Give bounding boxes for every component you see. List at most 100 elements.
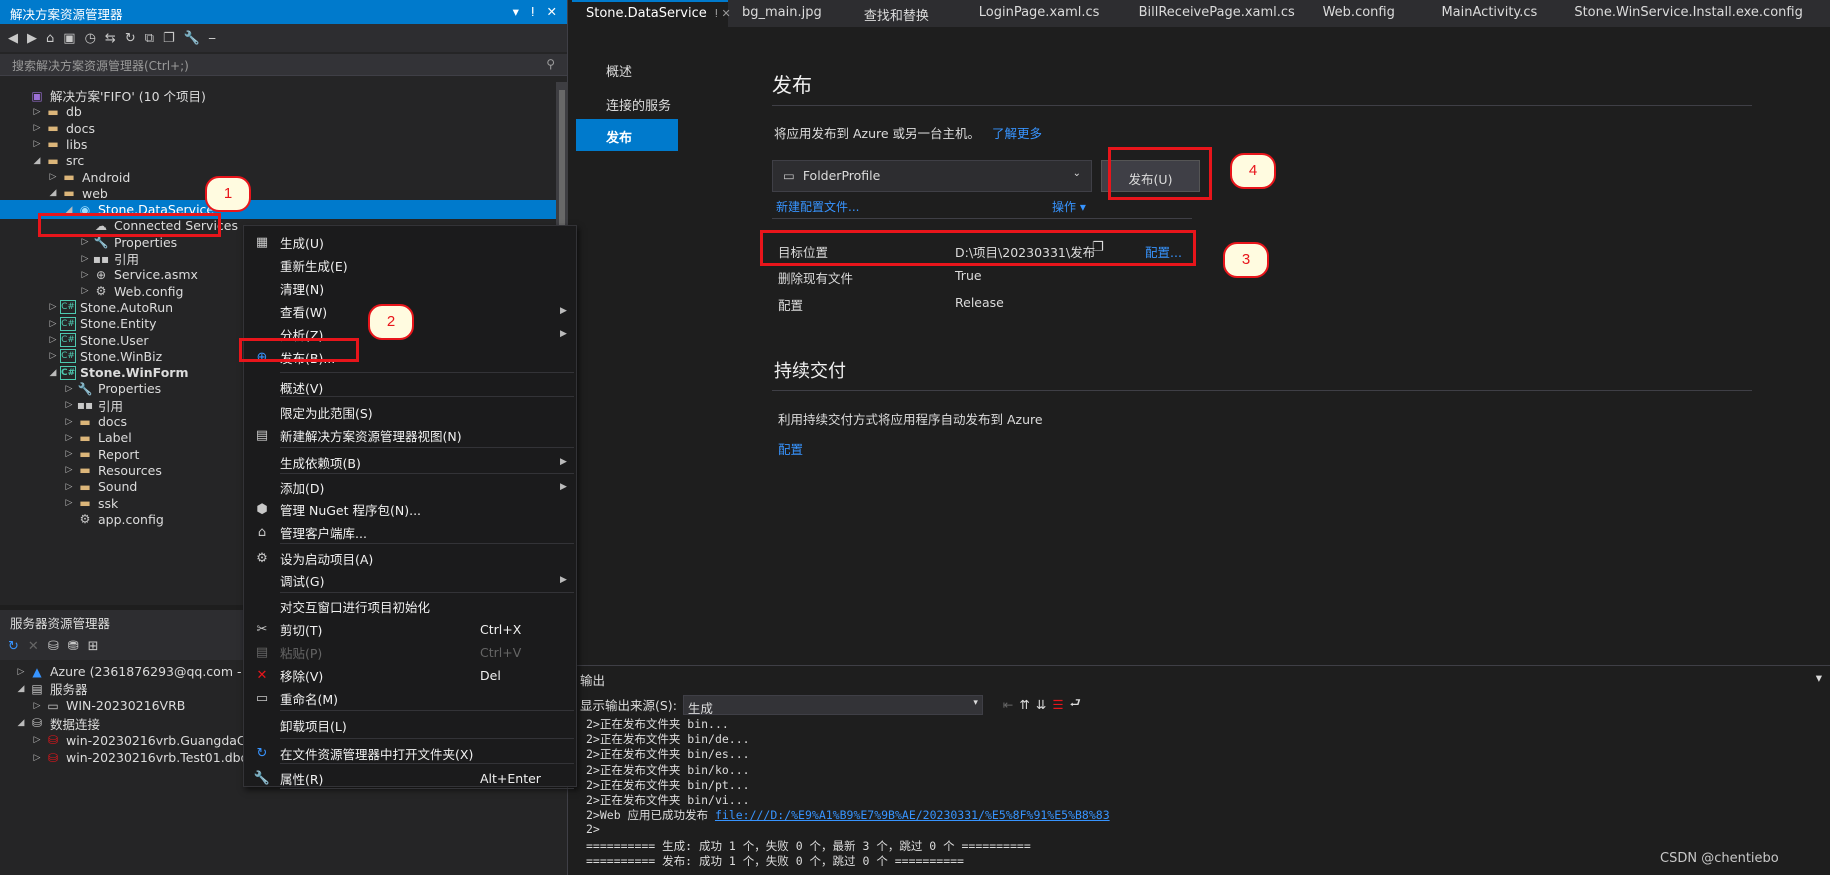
editor-tab[interactable]: 查找和替换 [850, 0, 965, 27]
expand-arrow-icon[interactable]: ▷ [46, 172, 60, 182]
menu-item[interactable]: ✂ 剪切(T) Ctrl+X [244, 618, 576, 640]
editor-tab[interactable]: LoginPage.xaml.cs [965, 0, 1125, 27]
server-icon: ▤ [31, 681, 43, 696]
find-message-icon[interactable]: ⇤ [1003, 697, 1013, 712]
menu-item[interactable]: ⌂ 管理客户端库... [244, 521, 576, 543]
editor-tab[interactable]: Stone.WinService.Install.exe.config [1560, 0, 1830, 27]
menu-item[interactable]: 清理(N) [244, 277, 576, 299]
menu-item[interactable]: ▭ 重命名(M) [244, 687, 576, 709]
refresh-icon[interactable]: ↻ [125, 31, 136, 46]
expand-arrow-icon[interactable]: ▷ [78, 254, 92, 264]
dropdown-icon[interactable]: ▾ [1816, 670, 1822, 686]
home-icon[interactable]: ⌂ [46, 31, 54, 46]
expand-arrow-icon[interactable]: ▷ [46, 319, 60, 329]
menu-item[interactable]: 🔧 属性(R) Alt+Enter [244, 767, 576, 789]
collapse-all-icon[interactable]: ⧉ [145, 31, 154, 46]
menu-item[interactable]: 生成依赖项(B) ▶ [244, 451, 576, 473]
tab-label: BillReceivePage.xaml.cs [1138, 5, 1295, 20]
expand-arrow-icon[interactable]: ▷ [46, 335, 60, 345]
profile-name: FolderProfile [802, 168, 881, 183]
prev-message-icon[interactable]: ⇈ [1019, 697, 1029, 712]
back-icon[interactable]: ◀ [8, 31, 18, 46]
expand-arrow-icon[interactable]: ▷ [78, 237, 92, 247]
history-icon[interactable]: ◷ [85, 31, 96, 46]
expand-arrow-icon[interactable]: ▷ [62, 400, 76, 410]
azure-filter-icon[interactable]: ⊞ [88, 639, 99, 654]
output-source-value: 生成 [687, 700, 713, 716]
word-wrap-icon[interactable]: ⮐ [1070, 694, 1081, 715]
collapse-arrow-icon[interactable]: ◢ [14, 684, 28, 694]
chevron-down-icon: ▾ [973, 697, 978, 708]
collapse-arrow-icon[interactable]: ◢ [14, 718, 28, 728]
expand-arrow-icon[interactable]: ▷ [78, 286, 92, 296]
connect-database-icon[interactable]: ⛁ [48, 639, 59, 654]
expand-arrow-icon[interactable]: ▷ [62, 417, 76, 427]
expand-arrow-icon[interactable]: ▷ [30, 701, 44, 711]
menu-item[interactable]: ⬢ 管理 NuGet 程序包(N)... [244, 498, 576, 520]
expand-arrow-icon[interactable]: ▷ [30, 735, 44, 745]
next-message-icon[interactable]: ⇊ [1036, 697, 1046, 712]
editor-tab[interactable]: bg_main.jpg [728, 0, 850, 27]
solution-explorer-titlebar: 解决方案资源管理器 ▾ ⵑ ✕ [0, 0, 567, 24]
show-all-files-icon[interactable]: ❐ [163, 31, 175, 46]
menu-item[interactable]: ▦ 生成(U) [244, 231, 576, 253]
expand-arrow-icon[interactable]: ▷ [14, 667, 28, 677]
refresh-icon[interactable]: ↻ [8, 639, 19, 654]
editor-tab[interactable]: Web.config [1309, 0, 1428, 27]
collapse-arrow-icon[interactable]: ◢ [30, 156, 44, 166]
search-icon[interactable]: ⚲ [546, 57, 555, 72]
expand-arrow-icon[interactable]: ▷ [46, 351, 60, 361]
expand-arrow-icon[interactable]: ▷ [62, 498, 76, 508]
nav-publish[interactable]: 发布 [576, 119, 678, 151]
expand-arrow-icon[interactable]: ▷ [62, 449, 76, 459]
expand-arrow-icon[interactable]: ▷ [62, 482, 76, 492]
expand-arrow-icon[interactable]: ▷ [46, 302, 60, 312]
expand-arrow-icon[interactable]: ▷ [30, 123, 44, 133]
nav-overview[interactable]: 概述 [576, 53, 678, 85]
menu-item[interactable]: ↻ 在文件资源管理器中打开文件夹(X) [244, 742, 576, 764]
editor-tab[interactable]: MainActivity.cs [1427, 0, 1560, 27]
menu-item[interactable]: 概述(V) [244, 376, 576, 398]
expand-arrow-icon[interactable]: ▷ [62, 433, 76, 443]
new-profile-link[interactable]: 新建配置文件... [776, 198, 859, 215]
preview-icon[interactable]: ⎯ [209, 31, 216, 46]
actions-link[interactable]: 操作 ▾ [1052, 198, 1086, 215]
menu-item[interactable]: 重新生成(E) [244, 254, 576, 276]
output-source-select[interactable]: 生成 ▾ [682, 694, 983, 716]
solution-search-input[interactable]: 搜索解决方案资源管理器(Ctrl+;) ⚲ [0, 54, 567, 76]
learn-more-link[interactable]: 了解更多 [992, 126, 1042, 141]
tree-item-label: Stone.WinForm [80, 365, 189, 381]
menu-item[interactable]: ✕ 移除(V) Del [244, 664, 576, 686]
connect-server-icon[interactable]: ⛃ [68, 639, 79, 654]
menu-item[interactable]: 限定为此范围(S) [244, 401, 576, 423]
expand-arrow-icon[interactable]: ▷ [30, 753, 44, 763]
menu-item[interactable]: ▤ 新建解决方案资源管理器视图(N) [244, 424, 576, 446]
stop-icon[interactable]: ✕ [28, 639, 39, 654]
properties-icon[interactable]: 🔧 [184, 31, 200, 46]
expand-arrow-icon[interactable]: ▷ [78, 270, 92, 280]
menu-item[interactable]: 卸载项目(L) [244, 714, 576, 736]
forward-icon[interactable]: ▶ [27, 31, 37, 46]
publish-url-link[interactable]: file:///D:/%E9%A1%B9%E7%9B%AE/20230331/%… [715, 808, 1110, 822]
close-icon[interactable]: ✕ [547, 4, 557, 19]
menu-item[interactable]: 添加(D) ▶ [244, 476, 576, 498]
clear-all-icon[interactable]: ☰ [1052, 697, 1063, 712]
editor-tab[interactable]: BillReceivePage.xaml.cs [1125, 0, 1309, 27]
menu-item[interactable]: ⚙ 设为启动项目(A) [244, 547, 576, 569]
cd-configure-link[interactable]: 配置 [778, 439, 803, 458]
switch-views-icon[interactable]: ▣ [63, 31, 75, 46]
menu-item[interactable]: 对交互窗口进行项目初始化 [244, 595, 576, 617]
profile-dropdown[interactable]: ▭ FolderProfile ⌄ [772, 160, 1092, 192]
sync-icon[interactable]: ⇆ [105, 31, 116, 46]
collapse-arrow-icon[interactable]: ◢ [46, 368, 60, 378]
editor-tab[interactable]: Stone.DataService ⵑ ✕ [572, 0, 731, 27]
nav-connected-services[interactable]: 连接的服务 [576, 87, 678, 119]
expand-arrow-icon[interactable]: ▷ [62, 465, 76, 475]
dropdown-icon[interactable]: ▾ [513, 4, 519, 19]
expand-arrow-icon[interactable]: ▷ [62, 384, 76, 394]
pin-icon[interactable]: ⵑ [531, 4, 535, 19]
expand-arrow-icon[interactable]: ▷ [30, 139, 44, 149]
collapse-arrow-icon[interactable]: ◢ [46, 188, 60, 198]
menu-item[interactable]: 调试(G) ▶ [244, 569, 576, 591]
expand-arrow-icon[interactable]: ▷ [30, 107, 44, 117]
